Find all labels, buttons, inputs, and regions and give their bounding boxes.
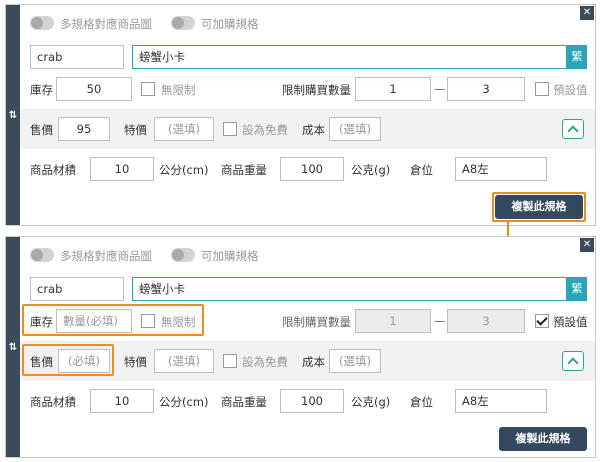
highlight-stock-row bbox=[22, 304, 204, 336]
cost-input[interactable]: (選填) bbox=[329, 349, 381, 373]
limit-dash: — bbox=[434, 82, 446, 96]
volume-unit: 公分(cm) bbox=[159, 163, 209, 177]
special-price-input[interactable]: (選填) bbox=[154, 117, 214, 141]
toggle-addon-spec-label: 可加購規格 bbox=[201, 249, 259, 263]
limit-max-input[interactable]: 3 bbox=[447, 77, 525, 101]
chevron-up-icon[interactable] bbox=[562, 351, 584, 371]
stock-input[interactable]: 50 bbox=[56, 77, 132, 101]
cost-label: 成本 bbox=[302, 355, 325, 369]
location-label: 倉位 bbox=[410, 395, 433, 409]
toggle-spec-images-label: 多規格對應商品圖 bbox=[60, 17, 152, 31]
volume-input[interactable]: 10 bbox=[90, 157, 154, 181]
purchase-limit-label: 限制購買數量 bbox=[282, 315, 351, 329]
free-checkbox[interactable] bbox=[223, 122, 237, 136]
unlimited-checkbox[interactable] bbox=[141, 82, 155, 96]
unlimited-label: 無限制 bbox=[161, 83, 196, 97]
toggle-spec-images[interactable] bbox=[30, 248, 54, 262]
stock-label: 庫存 bbox=[30, 83, 53, 97]
spec-panel-after: ⇅ ✕ 多規格對應商品圖 可加購規格 crab 螃蟹小卡 繁 庫存 數量(必填)… bbox=[5, 236, 596, 458]
weight-input[interactable]: 100 bbox=[280, 389, 344, 413]
volume-label: 商品材積 bbox=[30, 395, 76, 409]
default-checkbox[interactable] bbox=[535, 314, 549, 328]
highlight-price-field bbox=[22, 344, 114, 376]
price-input[interactable]: 95 bbox=[58, 117, 110, 141]
drag-handle-icon[interactable]: ⇅ bbox=[6, 237, 20, 457]
drag-handle-icon[interactable]: ⇅ bbox=[6, 5, 20, 225]
cost-label: 成本 bbox=[302, 123, 325, 137]
volume-input[interactable]: 10 bbox=[90, 389, 154, 413]
weight-label: 商品重量 bbox=[221, 163, 267, 177]
weight-unit: 公克(g) bbox=[351, 395, 391, 409]
spec-name-input[interactable]: 螃蟹小卡 bbox=[132, 277, 567, 301]
location-label: 倉位 bbox=[410, 163, 433, 177]
toggle-spec-images-label: 多規格對應商品圖 bbox=[60, 249, 152, 263]
free-label: 設為免費 bbox=[242, 123, 288, 137]
volume-unit: 公分(cm) bbox=[159, 395, 209, 409]
free-label: 設為免費 bbox=[242, 355, 288, 369]
toggle-spec-images[interactable] bbox=[30, 16, 54, 30]
weight-unit: 公克(g) bbox=[351, 163, 391, 177]
sku-input[interactable]: crab bbox=[30, 45, 124, 69]
weight-label: 商品重量 bbox=[221, 395, 267, 409]
purchase-limit-label: 限制購買數量 bbox=[282, 83, 351, 97]
close-icon[interactable]: ✕ bbox=[580, 238, 594, 252]
cost-input[interactable]: (選填) bbox=[329, 117, 381, 141]
default-label: 預設值 bbox=[553, 83, 588, 97]
location-input[interactable]: A8左 bbox=[455, 389, 547, 413]
free-checkbox[interactable] bbox=[223, 354, 237, 368]
limit-max-input[interactable]: 3 bbox=[447, 309, 525, 333]
language-button[interactable]: 繁 bbox=[567, 277, 587, 301]
toggle-addon-spec[interactable] bbox=[171, 248, 195, 262]
spec-panel-before: ⇅ ✕ 多規格對應商品圖 可加購規格 crab 螃蟹小卡 繁 庫存 50 無限制… bbox=[5, 4, 596, 226]
language-button[interactable]: 繁 bbox=[567, 45, 587, 69]
weight-input[interactable]: 100 bbox=[280, 157, 344, 181]
highlight-copy-button bbox=[492, 192, 586, 222]
default-label: 預設值 bbox=[553, 315, 588, 329]
limit-min-input[interactable]: 1 bbox=[355, 309, 431, 333]
default-checkbox[interactable] bbox=[535, 82, 549, 96]
chevron-up-icon[interactable] bbox=[562, 119, 584, 139]
special-price-label: 特價 bbox=[124, 355, 147, 369]
close-icon[interactable]: ✕ bbox=[580, 6, 594, 20]
location-input[interactable]: A8左 bbox=[455, 157, 547, 181]
sku-input[interactable]: crab bbox=[30, 277, 124, 301]
toggle-addon-spec[interactable] bbox=[171, 16, 195, 30]
toggle-addon-spec-label: 可加購規格 bbox=[201, 17, 259, 31]
copy-spec-button[interactable]: 複製此規格 bbox=[499, 427, 587, 451]
spec-name-input[interactable]: 螃蟹小卡 bbox=[132, 45, 567, 69]
volume-label: 商品材積 bbox=[30, 163, 76, 177]
price-label: 售價 bbox=[30, 123, 53, 137]
special-price-input[interactable]: (選填) bbox=[154, 349, 214, 373]
limit-min-input[interactable]: 1 bbox=[355, 77, 431, 101]
limit-dash: — bbox=[434, 314, 446, 328]
special-price-label: 特價 bbox=[124, 123, 147, 137]
